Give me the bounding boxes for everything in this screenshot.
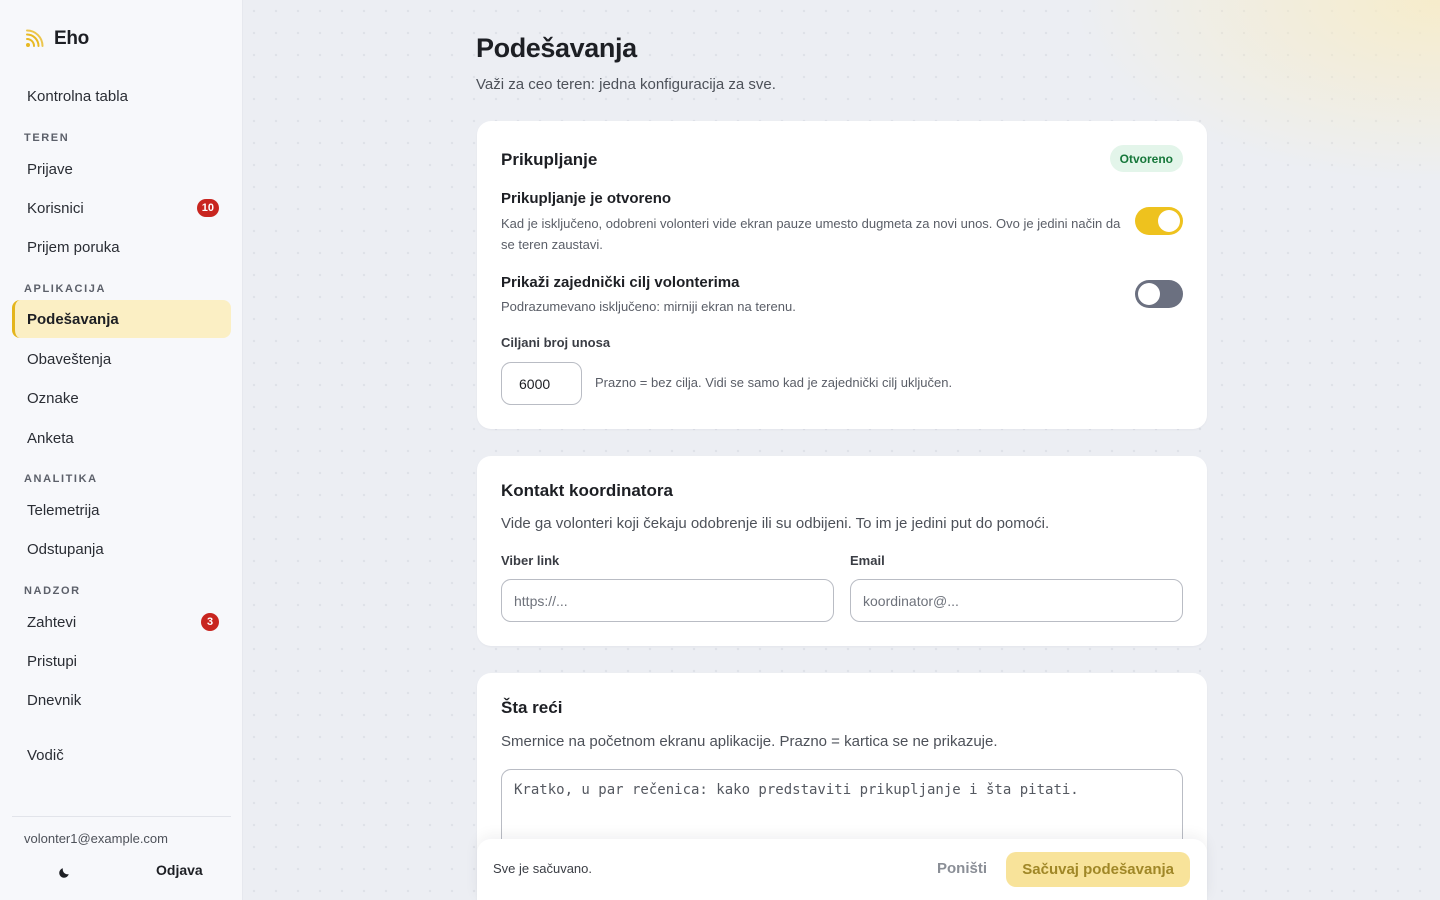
status-badge: Otvoreno: [1109, 145, 1183, 172]
save-status: Sve je sačuvano.: [493, 861, 593, 876]
sidebar-item-odstupanja[interactable]: Odstupanja: [12, 530, 231, 568]
target-count-hint: Prazno = bez cilja. Vidi se samo kad je …: [595, 375, 953, 390]
sidebar-item-label: Pristupi: [27, 652, 78, 670]
target-count-input[interactable]: [501, 362, 582, 405]
sidebar-item-kontrolna-tabla[interactable]: Kontrolna tabla: [12, 77, 231, 115]
user-email: volonter1@example.com: [24, 831, 168, 846]
setting-title: Prikaži zajednički cilj volonterima: [501, 274, 740, 291]
count-badge: 10: [196, 199, 219, 217]
toggle-knob: [1158, 210, 1180, 232]
coordinator-contact-card: Kontakt koordinatora Vide ga volonteri k…: [477, 456, 1207, 646]
sidebar-item-korisnici[interactable]: Korisnici 10: [12, 189, 231, 227]
sidebar-item-label: Anketa: [27, 429, 74, 447]
viber-link-label: Viber link: [501, 553, 560, 568]
sidebar-item-vodic[interactable]: Vodič: [12, 736, 231, 774]
sidebar: Eho Kontrolna tabla TEREN Prijave Korisn…: [0, 0, 243, 900]
sidebar-item-pristupi[interactable]: Pristupi: [12, 642, 231, 680]
moon-icon: [58, 867, 69, 878]
sidebar-item-prijem-poruka[interactable]: Prijem poruka: [12, 228, 231, 266]
sidebar-item-label: Odstupanja: [27, 540, 104, 558]
sidebar-item-label: Kontrolna tabla: [27, 87, 128, 105]
save-bar: Sve je sačuvano. Poništi Sačuvaj podešav…: [477, 839, 1207, 900]
shared-goal-toggle[interactable]: [1135, 280, 1183, 308]
sidebar-item-anketa[interactable]: Anketa: [12, 419, 231, 457]
sidebar-divider: [12, 816, 231, 817]
setting-description: Podrazumevano isključeno: mirniji ekran …: [501, 299, 796, 314]
broadcast-icon: [26, 29, 44, 47]
setting-description: Kad je isključeno, odobreni volonteri vi…: [501, 216, 1121, 252]
target-count-label: Ciljani broj unosa: [501, 335, 611, 350]
sidebar-item-obavestenja[interactable]: Obaveštenja: [12, 340, 231, 378]
email-field[interactable]: [850, 579, 1183, 622]
sidebar-item-label: Vodič: [27, 746, 64, 764]
card-title: Kontakt koordinatora: [501, 481, 673, 500]
cancel-button[interactable]: Poništi: [937, 860, 987, 877]
setting-title: Prikupljanje je otvoreno: [501, 190, 672, 207]
sidebar-item-label: Podešavanja: [27, 310, 119, 328]
sidebar-item-label: Prijem poruka: [27, 238, 120, 256]
sidebar-item-label: Obaveštenja: [27, 350, 112, 368]
card-description: Smernice na početnom ekranu aplikacije. …: [501, 733, 998, 750]
sidebar-item-oznake[interactable]: Oznake: [12, 379, 231, 417]
collection-card: Prikupljanje Otvoreno Prikupljanje je ot…: [477, 121, 1207, 429]
sidebar-section-nadzor: NADZOR: [24, 585, 81, 597]
sidebar-item-dnevnik[interactable]: Dnevnik: [12, 681, 231, 719]
viber-link-input[interactable]: [501, 579, 834, 622]
sidebar-item-label: Oznake: [27, 389, 79, 407]
email-label: Email: [850, 553, 885, 568]
brand[interactable]: Eho: [24, 28, 89, 50]
sidebar-item-prijave[interactable]: Prijave: [12, 150, 231, 188]
sidebar-section-teren: TEREN: [24, 132, 70, 144]
sidebar-item-zahtevi[interactable]: Zahtevi 3: [12, 603, 231, 641]
sidebar-section-analitika: ANALITIKA: [24, 473, 98, 485]
page-title: Podešavanja: [476, 33, 637, 63]
card-description: Vide ga volonteri koji čekaju odobrenje …: [501, 515, 1050, 532]
collection-open-toggle[interactable]: [1135, 207, 1183, 235]
count-badge: 3: [201, 613, 219, 631]
sidebar-item-label: Telemetrija: [27, 501, 100, 519]
sidebar-item-podesavanja[interactable]: Podešavanja: [12, 300, 231, 338]
sidebar-item-label: Prijave: [27, 160, 73, 178]
theme-toggle-button[interactable]: [56, 862, 74, 880]
sidebar-item-label: Dnevnik: [27, 691, 82, 709]
sidebar-item-label: Korisnici: [27, 199, 84, 217]
logout-button[interactable]: Odjava: [156, 862, 203, 878]
toggle-knob: [1138, 283, 1160, 305]
save-button[interactable]: Sačuvaj podešavanja: [1006, 852, 1190, 887]
sidebar-item-telemetrija[interactable]: Telemetrija: [12, 491, 231, 529]
page-subtitle: Važi za ceo teren: jedna konfiguracija z…: [476, 76, 776, 93]
sidebar-item-label: Zahtevi: [27, 613, 77, 631]
brand-name: Eho: [54, 28, 89, 49]
card-title: Šta reći: [501, 698, 563, 717]
card-title: Prikupljanje: [501, 150, 598, 169]
sidebar-section-aplikacija: APLIKACIJA: [24, 283, 107, 295]
